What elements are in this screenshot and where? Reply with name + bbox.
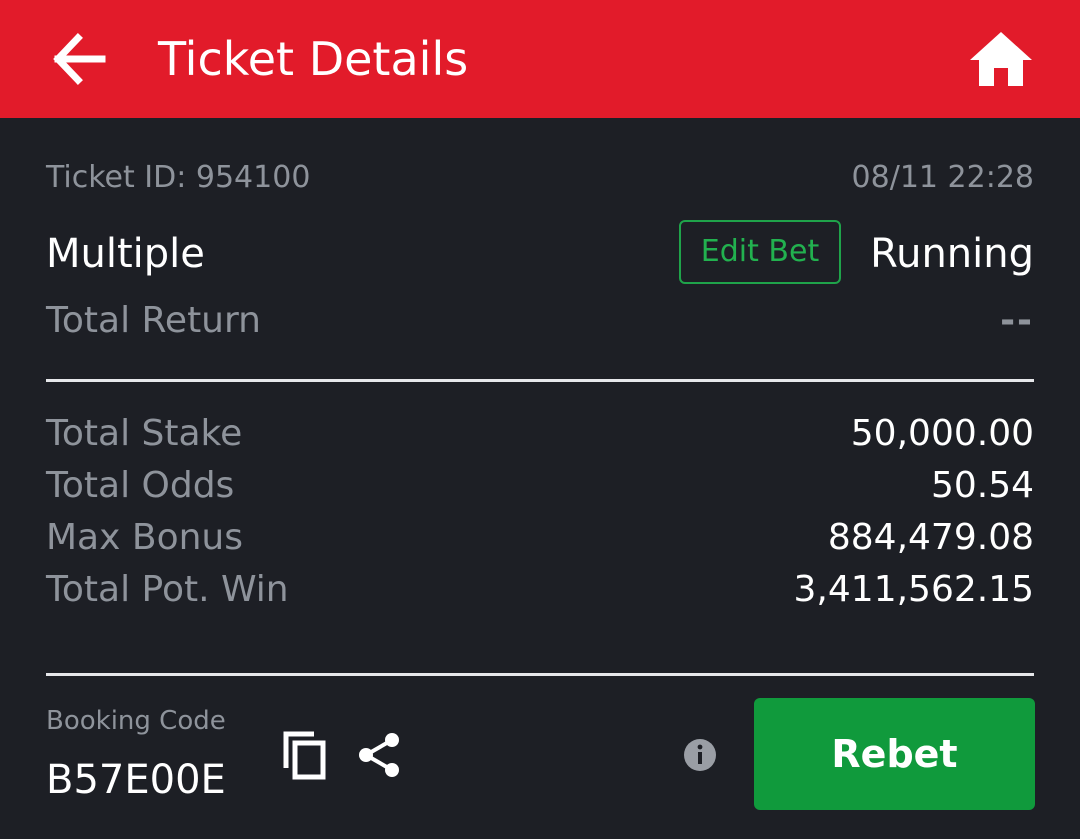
share-icon — [359, 733, 399, 777]
app-header: Ticket Details — [0, 0, 1080, 118]
booking-code-label: Booking Code — [46, 706, 226, 736]
total-return-label: Total Return — [46, 300, 261, 341]
rebet-button[interactable]: Rebet — [754, 698, 1035, 810]
total-odds-label: Total Odds — [46, 465, 235, 506]
back-button[interactable] — [48, 30, 110, 88]
info-icon — [684, 739, 716, 771]
total-pot-win-value: 3,411,562.15 — [793, 569, 1034, 610]
home-button[interactable] — [968, 28, 1034, 90]
total-stake-label: Total Stake — [46, 413, 243, 454]
ticket-datetime: 08/11 22:28 — [851, 160, 1034, 195]
copy-button[interactable] — [280, 728, 330, 782]
info-button[interactable] — [682, 737, 718, 773]
max-bonus-label: Max Bonus — [46, 517, 243, 558]
share-button[interactable] — [356, 730, 404, 780]
bet-type: Multiple — [46, 231, 205, 277]
page-title: Ticket Details — [158, 32, 469, 86]
total-stake-value: 50,000.00 — [850, 413, 1034, 454]
divider — [46, 673, 1034, 676]
home-icon — [970, 32, 1032, 86]
divider — [46, 379, 1034, 382]
arrow-left-icon — [53, 33, 106, 85]
copy-icon — [283, 731, 326, 780]
total-return-value: -- — [1000, 300, 1034, 341]
ticket-status: Running — [870, 231, 1034, 277]
ticket-id: Ticket ID: 954100 — [46, 160, 311, 195]
booking-code-value: B57E00E — [46, 757, 226, 803]
max-bonus-value: 884,479.08 — [827, 517, 1034, 558]
total-pot-win-label: Total Pot. Win — [46, 569, 289, 610]
edit-bet-button[interactable]: Edit Bet — [679, 220, 841, 284]
total-odds-value: 50.54 — [930, 465, 1034, 506]
